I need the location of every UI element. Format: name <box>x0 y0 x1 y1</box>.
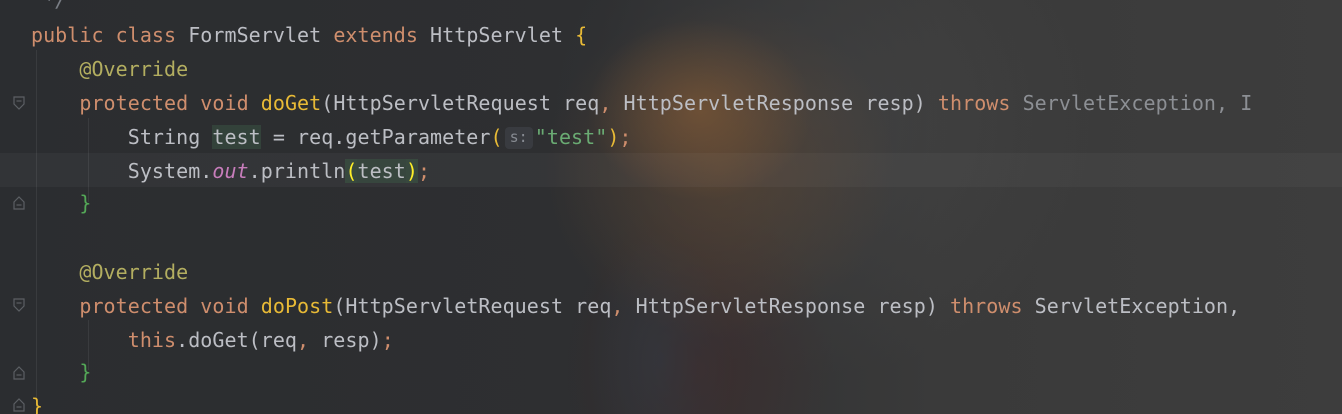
semicolon: ; <box>381 328 394 352</box>
method-call: .doGet <box>176 328 249 352</box>
fold-open-icon[interactable] <box>12 298 26 312</box>
parameter-name-hint: s: <box>504 127 533 149</box>
method-close-brace: } <box>79 191 92 215</box>
keyword-extends: extends <box>333 23 418 47</box>
semicolon: ; <box>619 125 632 149</box>
param-name: resp <box>877 294 926 318</box>
class-close-brace: } <box>31 394 44 414</box>
fold-end-icon[interactable] <box>12 398 26 412</box>
code-line-dopost-signature[interactable]: protected void doPost(HttpServletRequest… <box>31 289 1240 323</box>
fold-end-icon[interactable] <box>12 366 26 380</box>
comment-text: */ <box>31 0 68 12</box>
keyword-public: public <box>31 23 104 47</box>
paren-close: ) <box>913 91 926 115</box>
class-open-brace: { <box>575 23 588 47</box>
local-variable-test-usage: test <box>357 159 406 183</box>
code-line-this-doget[interactable]: this.doGet(req, resp); <box>31 323 394 357</box>
exception-type: ServletException, <box>1034 294 1241 318</box>
code-line-class-close[interactable]: } <box>31 389 43 414</box>
method-name-doget: doGet <box>260 91 322 115</box>
param-type: HttpServletResponse <box>635 294 866 318</box>
code-line-get-parameter[interactable]: String test = req.getParameter(s: "test")… <box>31 120 632 154</box>
keyword-void: void <box>200 294 249 318</box>
paren-close: ) <box>607 125 620 149</box>
keyword-void: void <box>200 91 249 115</box>
string-literal: "test" <box>534 125 608 149</box>
code-line-println[interactable]: System.out.println(test); <box>31 154 430 188</box>
method-call: req.getParameter <box>297 125 491 149</box>
super-class-name: HttpServlet <box>430 23 564 47</box>
paren-close: ) <box>369 328 382 352</box>
exception-type-truncated: I <box>1240 91 1253 115</box>
matched-paren-open: ( <box>345 159 358 183</box>
paren-open: ( <box>490 125 503 149</box>
method-call: .println <box>248 159 346 183</box>
matched-paren-close: ) <box>405 159 418 183</box>
code-line-doget-signature[interactable]: protected void doGet(HttpServletRequest … <box>31 86 1252 120</box>
comma: , <box>599 91 612 115</box>
semicolon: ; <box>417 159 431 183</box>
comma: , <box>611 294 624 318</box>
local-variable-test: test <box>212 125 261 149</box>
code-editor[interactable]: */ public class FormServlet extends Http… <box>0 0 1342 414</box>
arg-name: req <box>260 328 298 352</box>
code-line-comment-end[interactable]: */ <box>31 0 67 17</box>
param-name: resp <box>865 91 914 115</box>
param-name: req <box>563 91 600 115</box>
keyword-this: this <box>127 328 177 352</box>
keyword-throws: throws <box>937 91 1011 115</box>
keyword-throws: throws <box>950 294 1023 318</box>
method-close-brace: } <box>79 360 92 384</box>
code-line-annotation[interactable]: @Override <box>31 52 188 86</box>
assign-operator: = <box>272 125 285 149</box>
annotation-override: @Override <box>79 260 189 284</box>
class-name: FormServlet <box>188 23 322 47</box>
class-ref: System. <box>127 159 213 183</box>
var-type: String <box>127 125 201 149</box>
annotation-override: @Override <box>79 57 189 81</box>
paren-open: ( <box>248 328 261 352</box>
param-type: HttpServletRequest <box>333 91 551 115</box>
param-type: HttpServletRequest <box>345 294 564 318</box>
code-line-method-close[interactable]: } <box>31 186 91 220</box>
param-type: HttpServletResponse <box>623 91 854 115</box>
code-line-annotation[interactable]: @Override <box>31 255 188 289</box>
paren-open: ( <box>333 294 346 318</box>
code-line-class-declaration[interactable]: public class FormServlet extends HttpSer… <box>31 18 587 52</box>
keyword-protected: protected <box>79 91 189 115</box>
keyword-protected: protected <box>79 294 189 318</box>
code-line-method-close[interactable]: } <box>31 355 91 389</box>
paren-open: ( <box>321 91 334 115</box>
paren-close: ) <box>925 294 938 318</box>
method-name-dopost: doPost <box>260 294 334 318</box>
exception-type: ServletException, <box>1022 91 1229 115</box>
fold-open-icon[interactable] <box>12 96 26 110</box>
param-name: req <box>575 294 612 318</box>
arg-name: resp <box>321 328 370 352</box>
comma: , <box>297 328 310 352</box>
keyword-class: class <box>115 23 177 47</box>
static-field-out: out <box>212 159 249 183</box>
fold-end-icon[interactable] <box>12 196 26 210</box>
